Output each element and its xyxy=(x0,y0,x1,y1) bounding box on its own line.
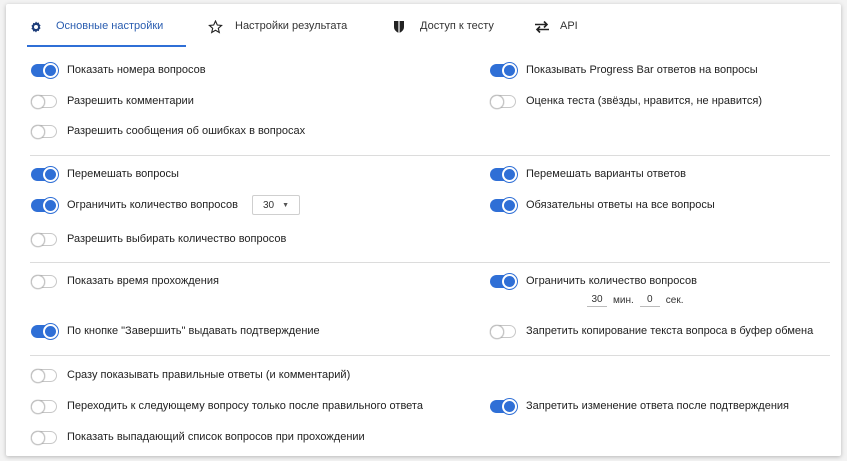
toggle-switch[interactable] xyxy=(31,430,57,445)
tab-label: Основные настройки xyxy=(56,20,164,32)
toggle-switch[interactable] xyxy=(490,197,517,213)
shield-icon xyxy=(393,20,411,34)
swap-arrows-icon xyxy=(533,20,551,34)
setting-allow-comments[interactable]: Разрешить комментарии xyxy=(31,92,194,110)
setting-label: Переходить к следующему вопросу только п… xyxy=(67,400,423,412)
tab-test-access[interactable]: Доступ к тесту xyxy=(393,20,494,46)
section-divider xyxy=(30,155,830,156)
seconds-input[interactable]: 0 xyxy=(639,294,660,307)
tab-label: Доступ к тесту xyxy=(420,20,494,32)
setting-label: Сразу показывать правильные ответы (и ко… xyxy=(67,369,351,381)
toggle-switch[interactable] xyxy=(31,124,57,139)
setting-shuffle-questions[interactable]: Перемешать вопросы xyxy=(31,165,179,183)
star-icon xyxy=(208,19,226,34)
toggle-switch[interactable] xyxy=(490,273,517,289)
toggle-switch[interactable] xyxy=(490,94,516,109)
setting-label: Оценка теста (звёзды, нравится, не нрави… xyxy=(526,95,763,107)
caret-down-icon: ▼ xyxy=(282,201,290,209)
toggle-switch[interactable] xyxy=(31,166,58,182)
setting-finish-confirm[interactable]: По кнопке "Завершить" выдавать подтвержд… xyxy=(31,322,320,340)
toggle-switch[interactable] xyxy=(31,94,57,109)
setting-show-question-numbers[interactable]: Показать номера вопросов xyxy=(31,61,206,79)
setting-label: Разрешить комментарии xyxy=(67,95,194,107)
toggle-switch[interactable] xyxy=(31,399,57,414)
tab-basic-settings[interactable]: Основные настройки xyxy=(29,20,163,46)
setting-label: По кнопке "Завершить" выдавать подтвержд… xyxy=(67,325,320,337)
setting-label: Показать номера вопросов xyxy=(67,64,206,76)
tab-label: API xyxy=(560,20,578,32)
select-value: 30 xyxy=(263,199,275,211)
toggle-switch[interactable] xyxy=(31,232,57,247)
setting-required-answers[interactable]: Обязательны ответы на все вопросы xyxy=(490,196,715,214)
tab-result-settings[interactable]: Настройки результата xyxy=(208,19,348,46)
toggle-switch[interactable] xyxy=(490,166,517,182)
setting-show-question-dropdown[interactable]: Показать выпадающий список вопросов при … xyxy=(31,428,365,446)
toggle-switch[interactable] xyxy=(490,398,517,414)
setting-label: Показывать Progress Bar ответов на вопро… xyxy=(526,64,758,76)
setting-label: Ограничить количество вопросов xyxy=(67,199,238,211)
settings-panel: Основные настройки Настройки результата … xyxy=(6,4,841,456)
seconds-unit: сек. xyxy=(665,295,684,306)
setting-label: Ограничить количество вопросов xyxy=(526,275,697,287)
toggle-switch[interactable] xyxy=(31,62,58,78)
setting-show-time[interactable]: Показать время прохождения xyxy=(31,272,219,290)
toggle-switch[interactable] xyxy=(31,368,57,383)
setting-forbid-copy[interactable]: Запретить копирование текста вопроса в б… xyxy=(490,322,813,340)
setting-show-correct-immediately[interactable]: Сразу показывать правильные ответы (и ко… xyxy=(31,366,350,384)
toggle-switch[interactable] xyxy=(31,323,58,339)
setting-allow-error-reports[interactable]: Разрешить сообщения об ошибках в вопроса… xyxy=(31,122,305,140)
setting-limit-questions[interactable]: Ограничить количество вопросов 30 ▼ xyxy=(31,195,301,215)
setting-allow-choose-count[interactable]: Разрешить выбирать количество вопросов xyxy=(31,230,286,248)
minutes-input[interactable]: 30 xyxy=(587,294,607,307)
setting-show-progress-bar[interactable]: Показывать Progress Bar ответов на вопро… xyxy=(490,61,758,79)
setting-shuffle-answers[interactable]: Перемешать варианты ответов xyxy=(490,165,686,183)
setting-label: Показать выпадающий список вопросов при … xyxy=(67,431,365,443)
minutes-unit: мин. xyxy=(613,295,634,306)
toggle-switch[interactable] xyxy=(31,197,58,213)
toggle-switch[interactable] xyxy=(490,324,516,339)
active-tab-indicator xyxy=(27,45,186,47)
toggle-switch[interactable] xyxy=(31,274,57,289)
tab-label: Настройки результата xyxy=(235,20,348,32)
setting-label: Запретить изменение ответа после подтвер… xyxy=(526,400,790,412)
setting-label: Обязательны ответы на все вопросы xyxy=(526,199,715,211)
setting-label: Перемешать варианты ответов xyxy=(526,168,687,180)
setting-label: Показать время прохождения xyxy=(67,275,219,287)
gear-icon xyxy=(29,20,47,34)
setting-label: Запретить копирование текста вопроса в б… xyxy=(526,325,814,337)
setting-label: Разрешить сообщения об ошибках в вопроса… xyxy=(67,125,306,137)
setting-limit-time[interactable]: Ограничить количество вопросов xyxy=(490,272,697,290)
setting-next-only-after-correct[interactable]: Переходить к следующему вопросу только п… xyxy=(31,397,423,415)
setting-label: Перемешать вопросы xyxy=(67,168,179,180)
tab-bar: Основные настройки Настройки результата … xyxy=(6,4,841,47)
section-divider xyxy=(30,262,830,263)
setting-forbid-change-after-confirm[interactable]: Запретить изменение ответа после подтвер… xyxy=(490,397,789,415)
time-limit-inputs: 30 мин. 0 сек. xyxy=(587,294,689,307)
question-count-select[interactable]: 30 ▼ xyxy=(252,195,301,215)
section-divider xyxy=(30,355,830,356)
tab-api[interactable]: API xyxy=(533,20,578,46)
toggle-switch[interactable] xyxy=(490,62,517,78)
setting-label: Разрешить выбирать количество вопросов xyxy=(67,233,287,245)
setting-test-rating[interactable]: Оценка теста (звёзды, нравится, не нрави… xyxy=(490,92,762,110)
